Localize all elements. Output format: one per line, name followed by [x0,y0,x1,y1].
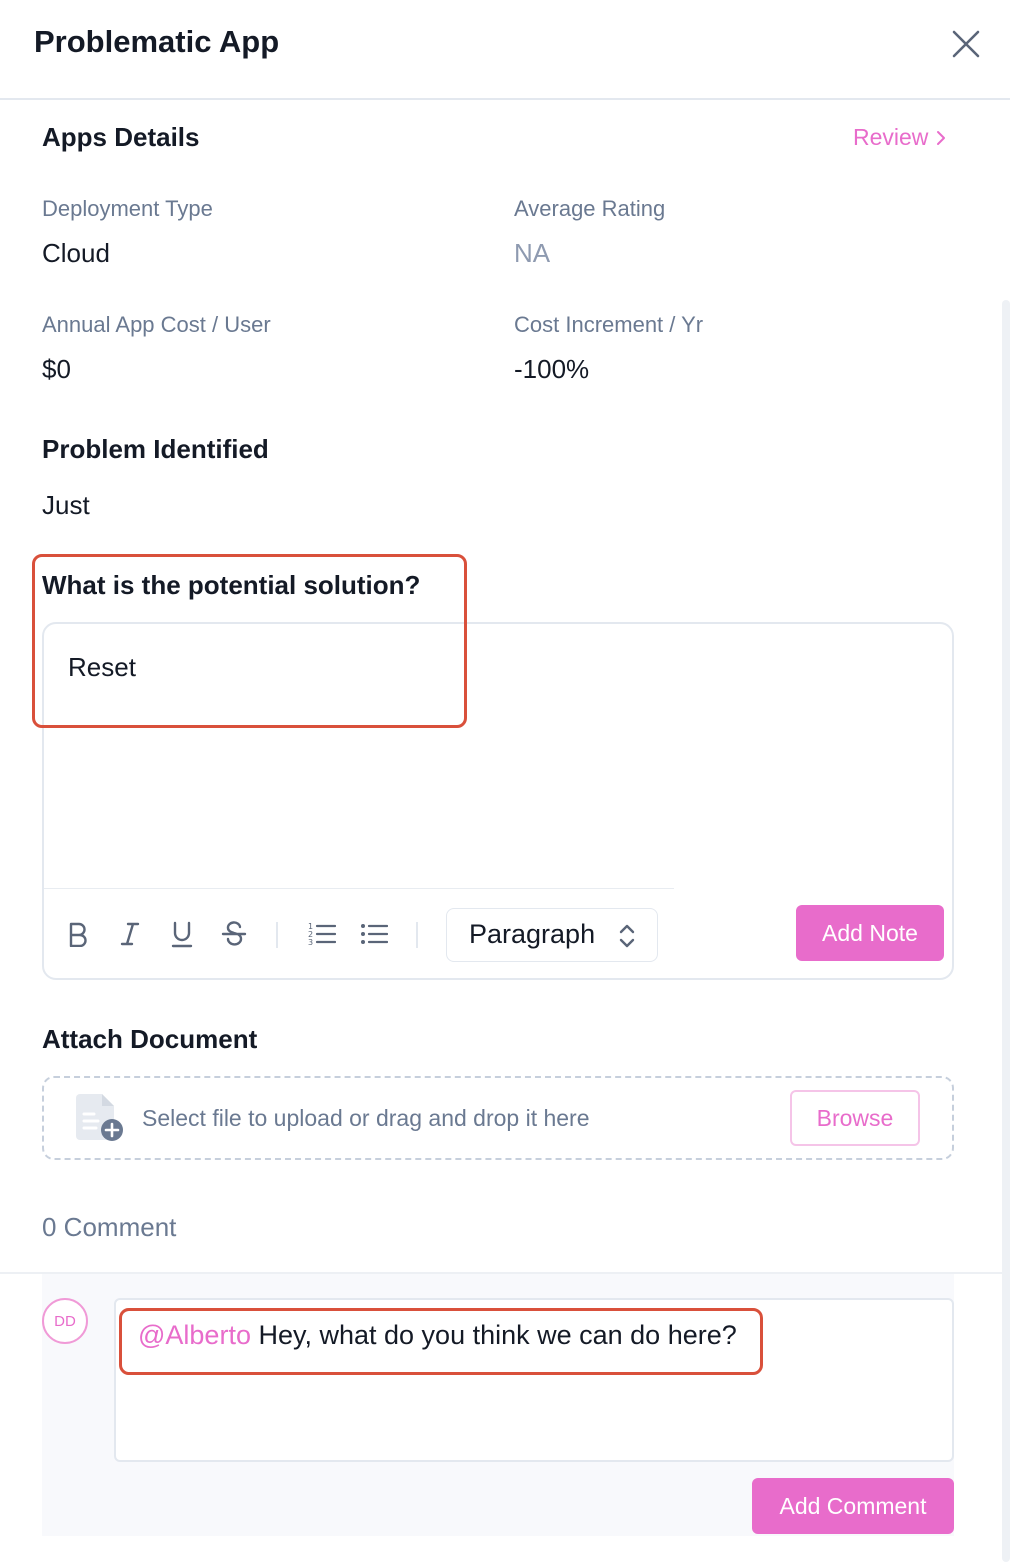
solution-editor[interactable]: Reset 123 Paragraph Add Note [42,622,954,980]
underline-icon[interactable] [164,916,200,952]
attach-document-title: Attach Document [42,1024,258,1054]
add-note-button[interactable]: Add Note [796,905,944,961]
bold-icon[interactable] [60,916,96,952]
deployment-type-value: Cloud [42,238,110,268]
solution-title: What is the potential solution? [42,570,421,600]
annual-cost-label: Annual App Cost / User [42,312,271,337]
comment-input[interactable]: @Alberto Hey, what do you think we can d… [114,1298,954,1462]
file-add-icon [76,1092,128,1149]
scrollbar[interactable] [1002,300,1010,1562]
deployment-type-label: Deployment Type [42,196,213,221]
paragraph-select[interactable]: Paragraph [446,908,658,962]
toolbar-divider [44,888,674,889]
problem-title: Problem Identified [42,434,269,464]
comment-draft-text: Hey, what do you think we can do here? [250,1320,737,1350]
ordered-list-icon[interactable]: 123 [304,916,340,952]
apps-details-title: Apps Details [42,122,200,152]
browse-button[interactable]: Browse [790,1090,920,1146]
avatar: DD [42,1298,88,1344]
mention-tag[interactable]: @Alberto [138,1320,251,1350]
review-link[interactable]: Review [853,124,946,151]
bullet-list-icon[interactable] [356,916,392,952]
average-rating-label: Average Rating [514,196,666,221]
close-icon[interactable] [948,26,984,62]
cost-increment-label: Cost Increment / Yr [514,312,704,337]
italic-icon[interactable] [112,916,148,952]
cost-increment-value: -100% [514,354,590,384]
chevron-updown-icon [619,924,635,948]
drop-zone-message: Select file to upload or drag and drop i… [142,1105,590,1131]
svg-text:3: 3 [308,938,313,947]
paragraph-select-value: Paragraph [469,919,596,949]
file-drop-zone[interactable]: Select file to upload or drag and drop i… [42,1076,954,1160]
annual-cost-value: $0 [42,354,71,384]
average-rating-value: NA [514,238,551,268]
strikethrough-icon[interactable] [216,916,252,952]
review-label: Review [853,124,929,150]
comment-count: 0 Comment [42,1212,177,1242]
comment-composer: DD @Alberto Hey, what do you think we ca… [42,1274,954,1536]
toolbar-separator [416,922,418,948]
modal-header: Problematic App [0,0,1010,100]
add-comment-button[interactable]: Add Comment [752,1478,954,1534]
problem-text: Just [42,490,90,520]
solution-text[interactable]: Reset [68,652,136,683]
comment-draft: @Alberto Hey, what do you think we can d… [138,1320,737,1351]
toolbar-separator [276,922,278,948]
modal-title: Problematic App [34,24,280,59]
chevron-right-icon [937,130,946,145]
